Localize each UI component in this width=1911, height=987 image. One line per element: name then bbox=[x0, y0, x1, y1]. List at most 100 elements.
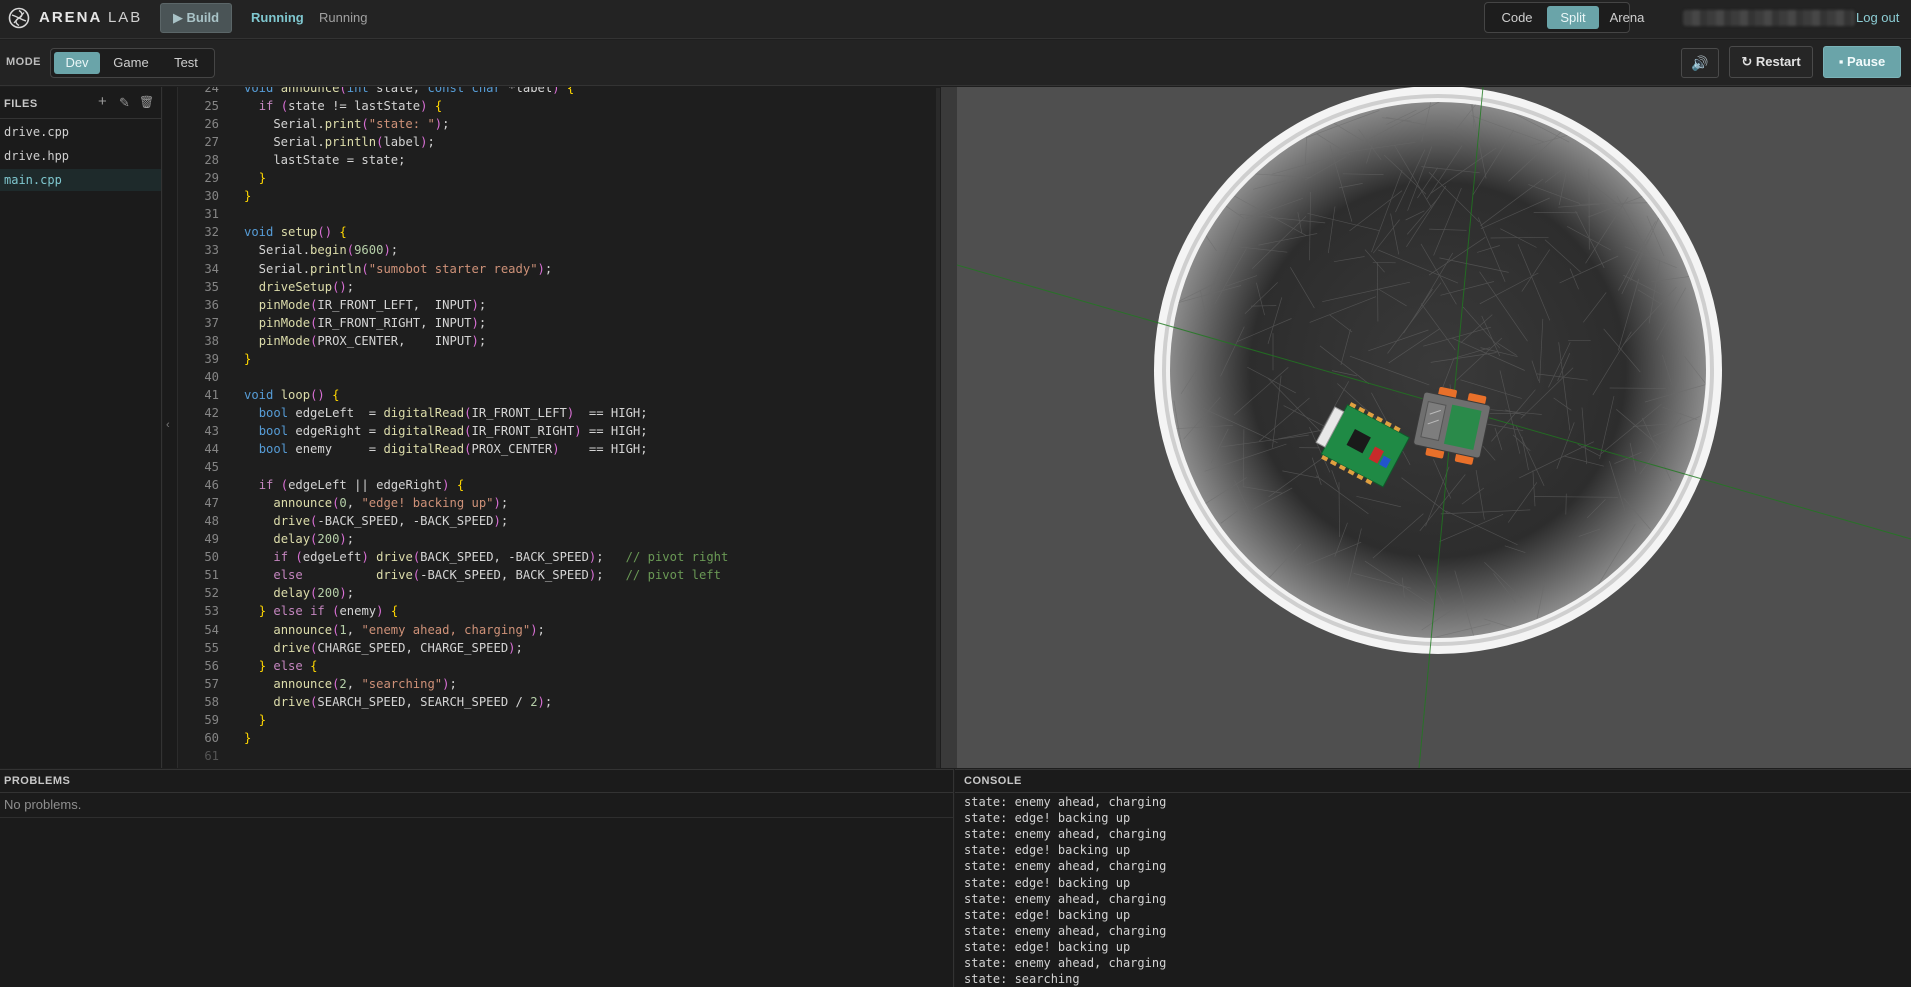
code-line[interactable]: 54 announce(1, "enemy ahead, charging"); bbox=[179, 621, 940, 639]
code-line[interactable]: 40 bbox=[179, 368, 940, 386]
code-text: pinMode(IR_FRONT_LEFT, INPUT); bbox=[258, 297, 487, 312]
line-number: 46 bbox=[204, 478, 219, 493]
code-line[interactable]: 55 drive(CHARGE_SPEED, CHARGE_SPEED); bbox=[179, 639, 940, 657]
code-line[interactable]: 30} bbox=[179, 187, 940, 205]
code-line[interactable]: 59 } bbox=[179, 711, 940, 729]
view-code-tab[interactable]: Code bbox=[1489, 6, 1545, 29]
code-line[interactable]: 38 pinMode(PROX_CENTER, INPUT); bbox=[179, 332, 940, 350]
line-number: 41 bbox=[204, 387, 219, 402]
code-line[interactable]: 60} bbox=[179, 729, 940, 747]
line-number: 54 bbox=[204, 622, 219, 637]
code-line[interactable]: 58 drive(SEARCH_SPEED, SEARCH_SPEED / 2)… bbox=[179, 693, 940, 711]
line-number: 37 bbox=[204, 315, 219, 330]
code-line[interactable]: 36 pinMode(IR_FRONT_LEFT, INPUT); bbox=[179, 296, 940, 314]
mode-dev-tab[interactable]: Dev bbox=[54, 52, 100, 74]
file-item-main-cpp[interactable]: main.cpp bbox=[0, 169, 161, 191]
line-number: 42 bbox=[204, 405, 219, 420]
sidebar-collapse-handle[interactable]: ‹ bbox=[163, 87, 178, 768]
code-text: } bbox=[258, 712, 267, 727]
brand-name: ARENA bbox=[39, 9, 102, 26]
restart-button[interactable]: ↻ Restart bbox=[1729, 46, 1813, 78]
logout-link[interactable]: Log out bbox=[1856, 10, 1899, 25]
code-line[interactable]: 49 delay(200); bbox=[179, 530, 940, 548]
line-number: 36 bbox=[204, 297, 219, 312]
code-line[interactable]: 29 } bbox=[179, 169, 940, 187]
line-number: 50 bbox=[204, 550, 219, 565]
code-line[interactable]: 45 bbox=[179, 458, 940, 476]
code-text: if (state != lastState) { bbox=[258, 99, 443, 114]
code-text: Serial.print("state: "); bbox=[244, 117, 450, 132]
code-line[interactable]: 24 void announce(int state, const char *l… bbox=[179, 87, 940, 97]
console-line: state: edge! backing up bbox=[964, 843, 1131, 858]
code-line[interactable]: 57 announce(2, "searching"); bbox=[179, 675, 940, 693]
line-number: 25 bbox=[204, 99, 219, 114]
code-line[interactable]: 41 void loop() { bbox=[179, 386, 940, 404]
chevron-left-icon: ‹ bbox=[166, 419, 170, 431]
line-number: 35 bbox=[204, 279, 219, 294]
mode-label: MODE bbox=[6, 56, 41, 68]
line-number: 58 bbox=[204, 694, 219, 709]
view-split-tab[interactable]: Split bbox=[1547, 6, 1599, 29]
line-number: 31 bbox=[204, 207, 219, 222]
code-text: if (edgeLeft) drive(BACK_SPEED, -BACK_SP… bbox=[273, 550, 729, 565]
build-button[interactable]: ▶ Build bbox=[160, 3, 232, 33]
view-arena-tab[interactable]: Arena bbox=[1599, 6, 1655, 29]
code-text: void setup() { bbox=[244, 225, 347, 240]
console-line: state: edge! backing up bbox=[964, 939, 1131, 954]
line-number: 26 bbox=[204, 117, 219, 132]
pane-splitter[interactable] bbox=[941, 87, 957, 768]
delete-file-icon[interactable]: 🗑 bbox=[139, 95, 154, 109]
pause-button[interactable]: ▪ Pause bbox=[1823, 46, 1901, 78]
rename-file-icon[interactable]: ✎ bbox=[119, 95, 130, 111]
line-number: 28 bbox=[204, 153, 219, 168]
file-item-drive-cpp[interactable]: drive.cpp bbox=[0, 121, 161, 143]
code-line[interactable]: 61 bbox=[179, 747, 940, 765]
code-line[interactable]: 32 void setup() { bbox=[179, 223, 940, 241]
code-line[interactable]: 51 else drive(-BACK_SPEED, BACK_SPEED); … bbox=[179, 566, 940, 584]
code-editor[interactable]: 24 void announce(int state, const char *l… bbox=[179, 87, 940, 768]
code-line[interactable]: 31 bbox=[179, 205, 940, 223]
code-line[interactable]: 35 driveSetup(); bbox=[179, 278, 940, 296]
code-line[interactable]: 34 Serial.println("sumobot starter ready… bbox=[179, 260, 940, 278]
console-line: state: edge! backing up bbox=[964, 811, 1131, 826]
code-text: announce(2, "searching"); bbox=[273, 676, 457, 691]
code-text: } else if (enemy) { bbox=[258, 604, 399, 619]
code-line[interactable]: 28 lastState = state; bbox=[179, 151, 940, 169]
mode-test-tab[interactable]: Test bbox=[160, 52, 212, 74]
code-line[interactable]: 25 if (state != lastState) { bbox=[179, 97, 940, 115]
code-text: bool edgeLeft = digitalRead(IR_FRONT_LEF… bbox=[258, 405, 648, 420]
line-number: 61 bbox=[204, 748, 219, 763]
code-line[interactable]: 42 bool edgeLeft = digitalRead(IR_FRONT_… bbox=[179, 404, 940, 422]
code-line[interactable]: 46 if (edgeLeft || edgeRight) { bbox=[179, 476, 940, 494]
line-number: 24 bbox=[204, 87, 219, 95]
code-line[interactable]: 44 bool enemy = digitalRead(PROX_CENTER)… bbox=[179, 440, 940, 458]
code-line[interactable]: 53 } else if (enemy) { bbox=[179, 602, 940, 620]
file-item-drive-hpp[interactable]: drive.hpp bbox=[0, 145, 161, 167]
code-line[interactable]: 47 announce(0, "edge! backing up"); bbox=[179, 494, 940, 512]
code-line[interactable]: 56 } else { bbox=[179, 657, 940, 675]
editor-scrollbar[interactable] bbox=[936, 88, 940, 768]
console-line: state: enemy ahead, charging bbox=[964, 923, 1167, 938]
line-number: 59 bbox=[204, 712, 219, 727]
code-text: drive(SEARCH_SPEED, SEARCH_SPEED / 2); bbox=[273, 694, 553, 709]
code-line[interactable]: 48 drive(-BACK_SPEED, -BACK_SPEED); bbox=[179, 512, 940, 530]
code-line[interactable]: 39} bbox=[179, 350, 940, 368]
mode-game-tab[interactable]: Game bbox=[102, 52, 160, 74]
sound-toggle-button[interactable]: 🔊 bbox=[1681, 48, 1719, 78]
run-status: Running bbox=[251, 10, 304, 25]
arena-view bbox=[957, 87, 1911, 768]
code-line[interactable]: 50 if (edgeLeft) drive(BACK_SPEED, -BACK… bbox=[179, 548, 940, 566]
code-text: pinMode(IR_FRONT_RIGHT, INPUT); bbox=[258, 315, 487, 330]
console-title: CONSOLE bbox=[964, 775, 1022, 787]
code-line[interactable]: 33 Serial.begin(9600); bbox=[179, 241, 940, 259]
code-line[interactable]: 26 Serial.print("state: "); bbox=[179, 115, 940, 133]
code-line[interactable]: 52 delay(200); bbox=[179, 584, 940, 602]
problems-message: No problems. bbox=[4, 797, 82, 812]
add-file-icon[interactable]: + bbox=[98, 93, 107, 110]
code-line[interactable]: 27 Serial.println(label); bbox=[179, 133, 940, 151]
run-status-secondary: Running bbox=[319, 10, 368, 25]
code-line[interactable]: 37 pinMode(IR_FRONT_RIGHT, INPUT); bbox=[179, 314, 940, 332]
line-number: 44 bbox=[204, 442, 219, 456]
code-line[interactable]: 43 bool edgeRight = digitalRead(IR_FRONT… bbox=[179, 422, 940, 440]
line-number: 47 bbox=[204, 496, 219, 511]
